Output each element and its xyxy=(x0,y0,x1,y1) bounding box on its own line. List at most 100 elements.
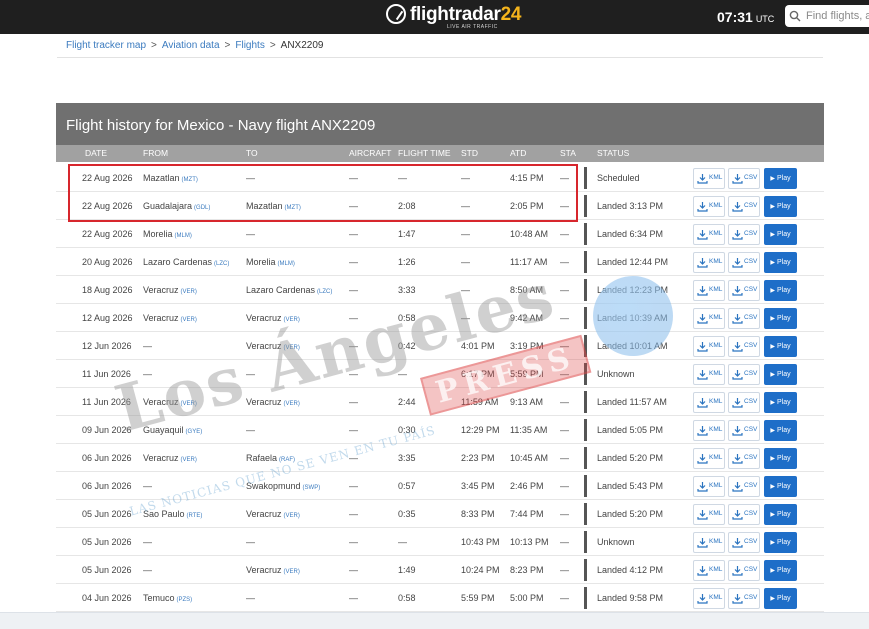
csv-download-button[interactable]: CSV xyxy=(728,532,760,553)
csv-label: CSV xyxy=(744,593,758,601)
play-button[interactable]: ▶ Play xyxy=(764,420,797,441)
cell-status: Landed 11:57 AM xyxy=(597,397,667,407)
download-icon xyxy=(732,594,743,604)
download-icon xyxy=(732,174,743,184)
from-airport-code[interactable]: (GYE) xyxy=(186,429,203,435)
cell-sta: — xyxy=(560,397,569,407)
kml-download-button[interactable]: KML xyxy=(693,392,725,413)
csv-label: CSV xyxy=(744,453,758,461)
to-airport-code[interactable]: (RAF) xyxy=(279,457,295,463)
kml-download-button[interactable]: KML xyxy=(693,196,725,217)
csv-download-button[interactable]: CSV xyxy=(728,308,760,329)
to-airport-code[interactable]: (LZC) xyxy=(317,289,332,295)
status-divider xyxy=(584,447,587,469)
kml-download-button[interactable]: KML xyxy=(693,280,725,301)
from-airport-code[interactable]: (MLM) xyxy=(175,233,192,239)
flightradar24-logo[interactable]: flightradar24 LIVE AIR TRAFFIC xyxy=(386,4,521,30)
kml-download-button[interactable]: KML xyxy=(693,532,725,553)
csv-download-button[interactable]: CSV xyxy=(728,196,760,217)
csv-download-button[interactable]: CSV xyxy=(728,364,760,385)
to-airport-code[interactable]: (SWP) xyxy=(303,485,321,491)
play-button[interactable]: ▶ Play xyxy=(764,196,797,217)
play-button[interactable]: ▶ Play xyxy=(764,504,797,525)
to-airport-code[interactable]: (VER) xyxy=(284,569,300,575)
csv-download-button[interactable]: CSV xyxy=(728,476,760,497)
from-airport-code[interactable]: (LZC) xyxy=(214,261,229,267)
play-button[interactable]: ▶ Play xyxy=(764,392,797,413)
breadcrumb-link-flight-tracker-map[interactable]: Flight tracker map xyxy=(66,40,146,51)
csv-download-button[interactable]: CSV xyxy=(728,280,760,301)
csv-download-button[interactable]: CSV xyxy=(728,168,760,189)
from-airport-code[interactable]: (VER) xyxy=(181,289,197,295)
kml-download-button[interactable]: KML xyxy=(693,560,725,581)
column-to[interactable]: TO xyxy=(246,148,258,158)
csv-download-button[interactable]: CSV xyxy=(728,448,760,469)
breadcrumb-link-aviation-data[interactable]: Aviation data xyxy=(162,40,220,51)
column-atd[interactable]: ATD xyxy=(510,148,526,158)
column-from[interactable]: FROM xyxy=(143,148,168,158)
breadcrumb-link-flights[interactable]: Flights xyxy=(235,40,264,51)
to-airport-code[interactable]: (VER) xyxy=(284,345,300,351)
cell-date: 09 Jun 2026 xyxy=(82,425,132,435)
play-button[interactable]: ▶ Play xyxy=(764,252,797,273)
play-button[interactable]: ▶ Play xyxy=(764,532,797,553)
kml-label: KML xyxy=(709,313,723,321)
cell-std: 11:59 AM xyxy=(461,397,499,407)
kml-download-button[interactable]: KML xyxy=(693,308,725,329)
from-airport-code[interactable]: (RTE) xyxy=(187,513,203,519)
cell-date: 06 Jun 2026 xyxy=(82,453,132,463)
csv-download-button[interactable]: CSV xyxy=(728,504,760,525)
from-airport-code[interactable]: (VER) xyxy=(181,457,197,463)
kml-download-button[interactable]: KML xyxy=(693,476,725,497)
search-input[interactable]: Find flights, air xyxy=(785,5,869,27)
csv-download-button[interactable]: CSV xyxy=(728,588,760,609)
csv-download-button[interactable]: CSV xyxy=(728,336,760,357)
play-button[interactable]: ▶ Play xyxy=(764,336,797,357)
column-date[interactable]: DATE xyxy=(85,148,107,158)
cell-flight-time: 3:35 xyxy=(398,453,416,463)
cell-atd: 9:13 AM xyxy=(510,397,544,407)
column-std[interactable]: STD xyxy=(461,148,478,158)
column-flight-time[interactable]: FLIGHT TIME xyxy=(398,148,451,158)
to-airport-code[interactable]: (VER) xyxy=(284,317,300,323)
csv-download-button[interactable]: CSV xyxy=(728,420,760,441)
play-button[interactable]: ▶ Play xyxy=(764,308,797,329)
to-airport-code[interactable]: (MLM) xyxy=(278,261,295,267)
kml-download-button[interactable]: KML xyxy=(693,252,725,273)
cell-from: Sao Paulo (RTE) xyxy=(143,509,202,519)
play-button[interactable]: ▶ Play xyxy=(764,560,797,581)
kml-download-button[interactable]: KML xyxy=(693,168,725,189)
from-airport-code[interactable]: (PZS) xyxy=(177,597,193,603)
to-airport-code[interactable]: (VER) xyxy=(284,401,300,407)
download-icon xyxy=(697,454,708,464)
csv-download-button[interactable]: CSV xyxy=(728,252,760,273)
column-sta[interactable]: STA xyxy=(560,148,576,158)
logo-wordmark: flightradar24 xyxy=(410,5,521,24)
play-label: Play xyxy=(777,315,791,322)
kml-download-button[interactable]: KML xyxy=(693,504,725,525)
from-airport-code[interactable]: (VER) xyxy=(181,401,197,407)
play-button[interactable]: ▶ Play xyxy=(764,364,797,385)
from-airport-code[interactable]: (VER) xyxy=(181,317,197,323)
csv-download-button[interactable]: CSV xyxy=(728,224,760,245)
play-button[interactable]: ▶ Play xyxy=(764,476,797,497)
kml-download-button[interactable]: KML xyxy=(693,448,725,469)
to-airport-code[interactable]: (VER) xyxy=(284,513,300,519)
column-status[interactable]: STATUS xyxy=(597,148,629,158)
cell-aircraft: — xyxy=(349,397,358,407)
column-aircraft[interactable]: AIRCRAFT xyxy=(349,148,392,158)
play-button[interactable]: ▶ Play xyxy=(764,168,797,189)
play-button[interactable]: ▶ Play xyxy=(764,588,797,609)
play-button[interactable]: ▶ Play xyxy=(764,280,797,301)
csv-download-button[interactable]: CSV xyxy=(728,392,760,413)
kml-download-button[interactable]: KML xyxy=(693,588,725,609)
play-button[interactable]: ▶ Play xyxy=(764,448,797,469)
kml-download-button[interactable]: KML xyxy=(693,420,725,441)
kml-download-button[interactable]: KML xyxy=(693,224,725,245)
csv-download-button[interactable]: CSV xyxy=(728,560,760,581)
kml-download-button[interactable]: KML xyxy=(693,364,725,385)
breadcrumb-separator: > xyxy=(269,40,276,51)
status-divider xyxy=(584,279,587,301)
play-button[interactable]: ▶ Play xyxy=(764,224,797,245)
kml-download-button[interactable]: KML xyxy=(693,336,725,357)
